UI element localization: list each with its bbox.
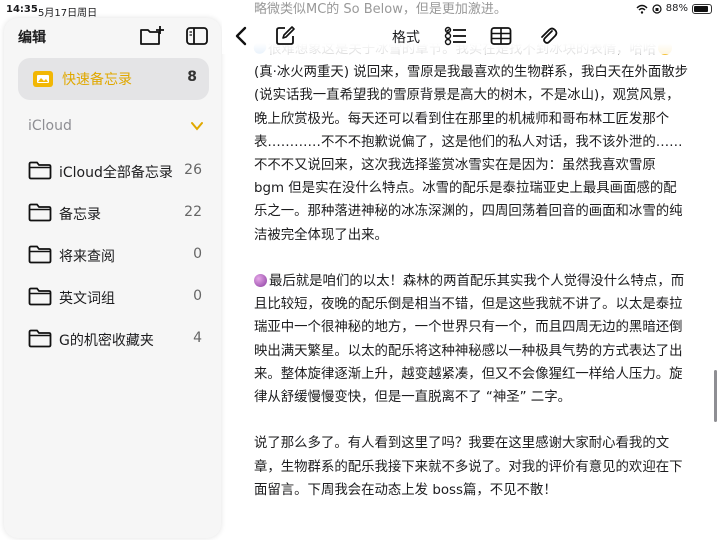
folder-label: 将来查阅	[59, 249, 115, 265]
battery-icon	[692, 3, 712, 14]
quick-notes-label: 快速备忘录	[62, 72, 132, 88]
folder-count: 0	[193, 288, 202, 304]
folder-count: 0	[193, 246, 202, 262]
status-right: 88%	[636, 3, 712, 14]
folder-icon	[28, 203, 52, 222]
sidebar: 编辑 快速备忘录 8 iCloud iCloud全部备忘录 26 备忘录 22	[4, 18, 221, 538]
chevron-down-icon[interactable]	[190, 120, 204, 132]
note-text: 最后就是咱们的以太！森林的两首配乐其实我个人觉得没什么特点，而且比较短，夜晚的配…	[254, 274, 685, 406]
status-date: 5月17日周日	[38, 8, 98, 19]
quick-notes-count: 8	[187, 69, 197, 85]
folder-icon	[28, 245, 52, 264]
table-icon[interactable]	[490, 26, 512, 46]
orientation-lock-icon	[652, 3, 662, 14]
folder-label: 英文词组	[59, 291, 115, 307]
sidebar-item-icloud-all[interactable]: iCloud全部备忘录 26	[28, 158, 208, 184]
folder-icon	[28, 287, 52, 306]
attachment-icon[interactable]	[538, 24, 558, 48]
folder-count: 22	[184, 204, 202, 220]
sidebar-item-notes[interactable]: 备忘录 22	[28, 200, 208, 226]
section-title-icloud[interactable]: iCloud	[28, 118, 72, 134]
format-button[interactable]: 格式	[392, 27, 420, 47]
sidebar-item-quick-notes[interactable]: 快速备忘录 8	[18, 58, 209, 100]
battery-percent: 88%	[665, 3, 688, 14]
sidebar-header: 编辑	[4, 18, 221, 54]
quick-notes-icon	[33, 71, 53, 87]
new-folder-icon[interactable]	[139, 25, 165, 47]
folder-count: 4	[193, 330, 202, 346]
wifi-icon	[636, 4, 648, 14]
status-time: 14:35	[6, 4, 38, 15]
folder-icon	[28, 161, 52, 180]
battery-level-fill	[694, 5, 709, 12]
compose-icon[interactable]	[274, 25, 296, 47]
folder-label: G的机密收藏夹	[59, 333, 154, 349]
folder-label: iCloud全部备忘录	[59, 165, 173, 181]
folder-icon	[28, 329, 52, 348]
status-bar: 14:35 5月17日周日 88%	[0, 0, 720, 20]
sidebar-item-read-later[interactable]: 将来查阅 0	[28, 242, 208, 268]
back-chevron-icon[interactable]	[234, 26, 248, 46]
note-paragraph: 最后就是咱们的以太！森林的两首配乐其实我个人觉得没什么特点，而且比较短，夜晚的配…	[254, 270, 690, 409]
folder-label: 备忘录	[59, 207, 101, 223]
checklist-icon[interactable]	[444, 26, 468, 46]
note-text: 说了那么多了。有人看到这里了吗？我要在这里感谢大家耐心看我的文章，生物群系的配乐…	[254, 436, 683, 498]
note-body[interactable]: 很难想象这是关于冰雪的章节。我实在是找不到冰块的表情，哈哈(真·冰火两重天) 说…	[251, 38, 690, 502]
note-toolbar: 格式	[222, 18, 720, 54]
sidebar-item-english-phrases[interactable]: 英文词组 0	[28, 284, 208, 310]
sidebar-item-g-secret[interactable]: G的机密收藏夹 4	[28, 326, 208, 352]
note-text: (真·冰火两重天) 说回来，雪原是我最喜欢的生物群系，我白天在外面散步 (说实话…	[254, 65, 689, 243]
sidebar-toggle-icon[interactable]	[185, 25, 209, 47]
crystal-ball-emoji-icon	[254, 274, 267, 288]
scroll-indicator[interactable]	[714, 370, 717, 422]
note-paragraph: 很难想象这是关于冰雪的章节。我实在是找不到冰块的表情，哈哈(真·冰火两重天) 说…	[251, 38, 690, 247]
edit-button[interactable]: 编辑	[18, 27, 46, 47]
note-paragraph: 说了那么多了。有人看到这里了吗？我要在这里感谢大家耐心看我的文章，生物群系的配乐…	[254, 432, 690, 502]
folder-count: 26	[184, 162, 202, 178]
